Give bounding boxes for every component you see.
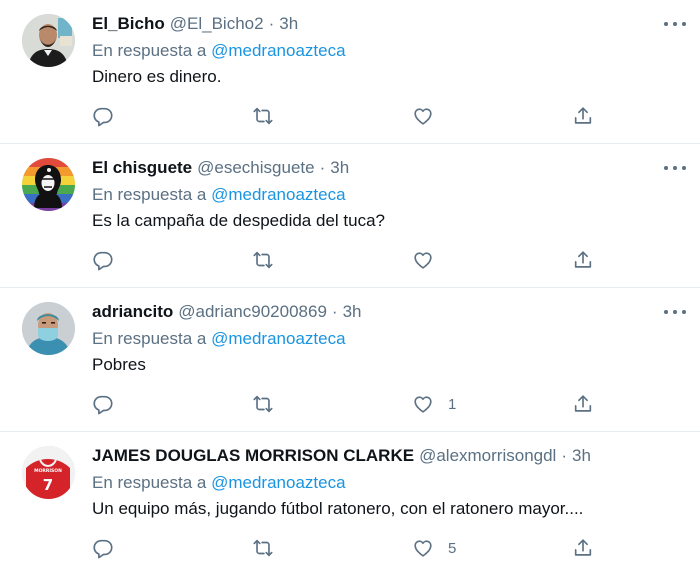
like-count: 5 [448, 539, 457, 557]
avatar[interactable]: MORRISON 7 [22, 446, 75, 499]
reply-button[interactable] [92, 536, 114, 560]
reply-icon [92, 393, 114, 415]
separator-dot: · [268, 14, 275, 33]
tweet-item[interactable]: El chisguete @esechisguete · 3h En respu… [0, 144, 700, 288]
like-count: 1 [448, 395, 457, 413]
tweet-actions: 5 [92, 536, 612, 560]
retweet-button[interactable] [252, 104, 274, 128]
timestamp[interactable]: 3h [279, 12, 298, 36]
reply-prefix: En respuesta a [92, 185, 207, 204]
retweet-icon [252, 537, 274, 559]
share-button[interactable] [572, 104, 594, 128]
user-handle[interactable]: @adrianc90200869 [178, 300, 327, 324]
more-icon[interactable] [664, 158, 686, 178]
reply-context: En respuesta a @medranoazteca [92, 471, 684, 495]
reply-prefix: En respuesta a [92, 41, 207, 60]
timestamp[interactable]: 3h [343, 300, 362, 324]
tweet-text: Dinero es dinero. [92, 67, 222, 86]
tweet-item[interactable]: adriancito @adrianc90200869 · 3h En resp… [0, 288, 700, 432]
reply-context: En respuesta a @medranoazteca [92, 39, 684, 63]
tweet-header: El chisguete @esechisguete · 3h [92, 156, 684, 180]
separator-dot: · [319, 158, 326, 177]
like-icon [412, 537, 434, 559]
tweet-actions [92, 248, 612, 272]
share-button[interactable] [572, 536, 594, 560]
like-icon [412, 105, 434, 127]
retweet-icon [252, 105, 274, 127]
separator-dot: · [331, 302, 338, 321]
avatar-jersey-number: 7 [43, 476, 53, 494]
avatar[interactable] [22, 14, 75, 67]
more-icon[interactable] [664, 302, 686, 322]
reply-button[interactable] [92, 392, 114, 416]
tweet-text: Un equipo más, jugando fútbol ratonero, … [92, 499, 584, 518]
tweet-actions [92, 104, 612, 128]
like-button[interactable]: 1 [412, 392, 456, 416]
separator-dot: · [561, 446, 568, 465]
avatar[interactable] [22, 302, 75, 355]
reply-prefix: En respuesta a [92, 329, 207, 348]
reply-context: En respuesta a @medranoazteca [92, 183, 684, 207]
like-button[interactable]: 5 [412, 536, 456, 560]
like-button[interactable] [412, 248, 448, 272]
tweet-header: El_Bicho @El_Bicho2 · 3h [92, 12, 684, 36]
retweet-button[interactable] [252, 392, 274, 416]
display-name[interactable]: El_Bicho [92, 12, 165, 36]
reply-context: En respuesta a @medranoazteca [92, 327, 684, 351]
share-icon [572, 105, 594, 127]
tweet-header: JAMES DOUGLAS MORRISON CLARKE @alexmorri… [92, 444, 684, 468]
share-button[interactable] [572, 392, 594, 416]
mention-link[interactable]: @medranoazteca [211, 41, 345, 60]
avatar-jersey-name: MORRISON [34, 468, 62, 474]
mention-link[interactable]: @medranoazteca [211, 329, 345, 348]
avatar[interactable] [22, 158, 75, 211]
tweet-item[interactable]: El_Bicho @El_Bicho2 · 3h En respuesta a … [0, 0, 700, 144]
share-icon [572, 537, 594, 559]
user-handle[interactable]: @esechisguete [197, 156, 314, 180]
avatar-image [22, 302, 75, 355]
tweet-actions: 1 [92, 392, 612, 416]
more-icon[interactable] [664, 14, 686, 34]
share-icon [572, 393, 594, 415]
timestamp[interactable]: 3h [572, 444, 591, 468]
display-name[interactable]: El chisguete [92, 156, 192, 180]
mention-link[interactable]: @medranoazteca [211, 185, 345, 204]
retweet-icon [252, 249, 274, 271]
reply-icon [92, 105, 114, 127]
like-button[interactable] [412, 104, 448, 128]
reply-icon [92, 249, 114, 271]
display-name[interactable]: JAMES DOUGLAS MORRISON CLARKE [92, 444, 414, 468]
tweet-header: adriancito @adrianc90200869 · 3h [92, 300, 684, 324]
display-name[interactable]: adriancito [92, 300, 173, 324]
like-icon [412, 393, 434, 415]
avatar-image: MORRISON 7 [22, 446, 75, 499]
reply-prefix: En respuesta a [92, 473, 207, 492]
mention-link[interactable]: @medranoazteca [211, 473, 345, 492]
share-button[interactable] [572, 248, 594, 272]
reply-button[interactable] [92, 248, 114, 272]
reply-button[interactable] [92, 104, 114, 128]
user-handle[interactable]: @alexmorrisongdl [419, 444, 556, 468]
tweet-text: Es la campaña de despedida del tuca? [92, 211, 385, 230]
retweet-button[interactable] [252, 536, 274, 560]
retweet-icon [252, 393, 274, 415]
tweet-text: Pobres [92, 355, 146, 374]
avatar-image [22, 14, 75, 67]
reply-icon [92, 537, 114, 559]
tweet-item[interactable]: MORRISON 7 JAMES DOUGLAS MORRISON CLARKE… [0, 432, 700, 569]
reply-timeline: El_Bicho @El_Bicho2 · 3h En respuesta a … [0, 0, 700, 569]
timestamp[interactable]: 3h [330, 156, 349, 180]
avatar-image [22, 158, 75, 211]
user-handle[interactable]: @El_Bicho2 [170, 12, 264, 36]
like-icon [412, 249, 434, 271]
share-icon [572, 249, 594, 271]
retweet-button[interactable] [252, 248, 274, 272]
